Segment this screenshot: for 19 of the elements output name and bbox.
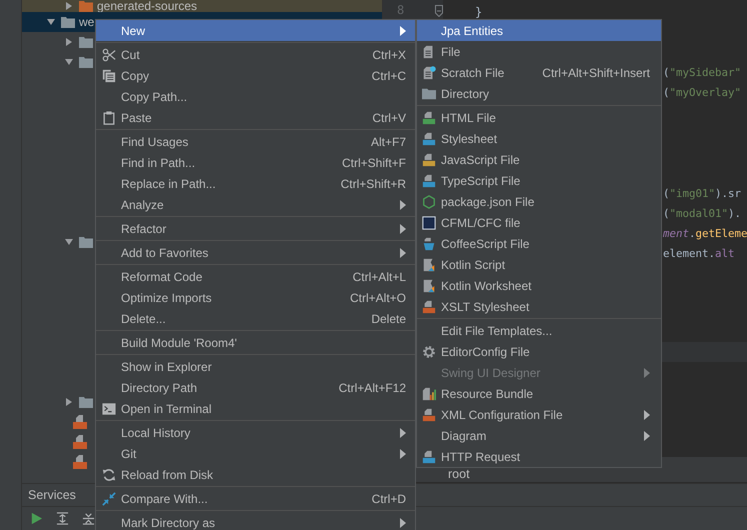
shortcut-text: Delete: [371, 312, 406, 326]
shortcut-text: Ctrl+Alt+O: [350, 290, 406, 304]
code-line: ("img01").sr: [663, 186, 742, 202]
code-line: ("mySidebar": [663, 64, 742, 81]
shortcut-text: Alt+F7: [370, 134, 406, 148]
shortcut-text: Ctrl+Alt+F12: [338, 380, 406, 394]
code-line: ("modal01").: [663, 206, 742, 222]
code-line: ment.getEleme: [663, 226, 747, 242]
shortcut-text: Ctrl+C: [372, 68, 406, 82]
shortcut-text: Ctrl+V: [372, 110, 406, 124]
shortcut-text: Ctrl+X: [372, 48, 406, 62]
shortcut-text: Ctrl+Shift+F: [342, 156, 406, 170]
code-line: element.alt: [663, 246, 735, 262]
code-line: ("myOverlay": [663, 84, 742, 101]
shortcut-text: Ctrl+Shift+R: [340, 176, 406, 190]
shortcut-text: Ctrl+D: [372, 492, 406, 506]
shortcut-text: Ctrl+Alt+L: [352, 270, 406, 284]
shortcut-text: Ctrl+Alt+Shift+Insert: [542, 66, 650, 80]
code-line: }: [475, 4, 482, 21]
